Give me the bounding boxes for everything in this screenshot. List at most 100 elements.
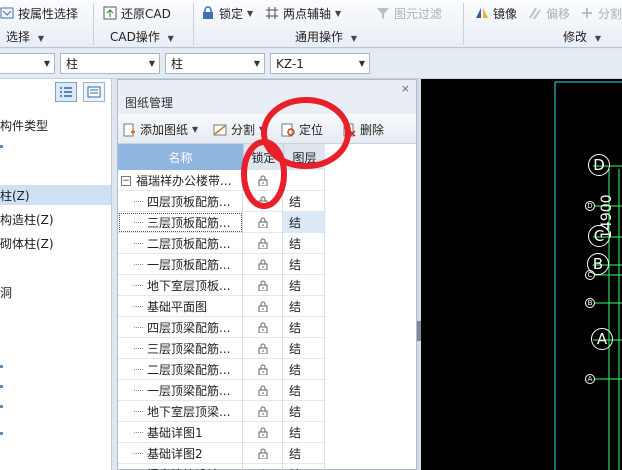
component-type-combo[interactable]: 柱 ▼ (165, 53, 265, 74)
table-row[interactable]: 二层顶梁配筋... 结 (118, 359, 326, 380)
layer-cell: 结 (283, 233, 325, 254)
padlock-icon[interactable] (258, 217, 268, 228)
table-row[interactable]: 一层顶板配筋... 结 (118, 254, 326, 275)
tree-item-opening[interactable]: 洞 (0, 282, 111, 302)
table-row[interactable]: 地下室层顶梁... 结 (118, 401, 326, 422)
category-combo[interactable]: 柱 ▼ (60, 53, 160, 74)
add-document-icon (122, 123, 136, 137)
table-row[interactable]: 门窗建筑设计... 结 (118, 464, 326, 470)
split-button[interactable]: 分割 (580, 4, 622, 22)
mirror-button[interactable]: 镜像 (475, 4, 517, 22)
ribbon: 按属性选择 还原CAD 锁定 ▼ 两点辅轴 ▼ 图元过滤 镜像 偏移 分割 选择… (0, 0, 622, 48)
chevron-down-icon: ▼ (148, 59, 155, 68)
padlock-icon[interactable] (258, 322, 268, 333)
layer-cell: 结 (283, 254, 325, 275)
axis-marker-small: C (585, 270, 595, 280)
drawing-name: 一层顶板配筋... (147, 258, 231, 272)
table-row[interactable]: 一层顶梁配筋... 结 (118, 380, 326, 401)
drawing-manager-panel: 图纸管理 × 添加图纸 ▼ 分割 ▼ 定位 删除 名称 锁定 图层 − 福瑞祥办… (117, 79, 417, 470)
table-row[interactable]: 三层顶板配筋... 结 (118, 212, 326, 233)
padlock-icon[interactable] (258, 280, 268, 291)
close-icon[interactable]: × (401, 82, 410, 95)
tree-connector (134, 243, 143, 244)
padlock-icon[interactable] (258, 385, 268, 396)
drawing-manager-titlebar: 图纸管理 × (118, 80, 416, 114)
padlock-icon[interactable] (258, 301, 268, 312)
column-header-name[interactable]: 名称 (118, 144, 243, 170)
table-row[interactable]: 地下室层顶板... 结 (118, 275, 326, 296)
tree-connector (134, 348, 143, 349)
layer-cell: 结 (283, 464, 325, 470)
tree-item-constructional-column[interactable]: 构造柱(Z) (0, 209, 111, 229)
filter-select-icon (0, 6, 14, 20)
group-cad-ops[interactable]: CAD操作 ▼ (110, 28, 174, 45)
table-row[interactable]: 三层顶梁配筋... 结 (118, 338, 326, 359)
table-row-root[interactable]: − 福瑞祥办公楼带... (118, 170, 326, 191)
padlock-icon[interactable] (258, 427, 268, 438)
padlock-icon[interactable] (258, 406, 268, 417)
offset-button[interactable]: 偏移 (528, 4, 570, 22)
axis-marker-small: B (585, 298, 595, 308)
table-row[interactable]: 二层顶板配筋... 结 (118, 233, 326, 254)
drawing-name: 基础详图2 (147, 447, 203, 461)
table-row[interactable]: 四层顶梁配筋... 结 (118, 317, 326, 338)
two-point-axis-button[interactable]: 两点辅轴 ▼ (265, 4, 341, 22)
padlock-icon[interactable] (258, 196, 268, 207)
restore-cad-button[interactable]: 还原CAD (103, 4, 171, 22)
delete-button[interactable]: 删除 (342, 121, 384, 138)
padlock-icon[interactable] (258, 238, 268, 249)
ribbon-divider (93, 3, 94, 45)
drawing-manager-toolbar: 添加图纸 ▼ 分割 ▼ 定位 删除 (118, 114, 416, 144)
column-header-lock[interactable]: 锁定 (243, 144, 283, 170)
group-modify[interactable]: 修改 ▼ (563, 28, 601, 45)
locate-button[interactable]: 定位 (281, 121, 323, 138)
table-row[interactable]: 基础平面图 结 (118, 296, 326, 317)
add-drawing-button[interactable]: 添加图纸 ▼ (122, 121, 198, 138)
floor-combo[interactable]: ▼ (0, 53, 55, 74)
component-tree-panel: 构件类型 柱(Z) 构造柱(Z) 砌体柱(Z) 洞 (0, 79, 112, 470)
tree-connector (134, 369, 143, 370)
tree-item-column[interactable]: 柱(Z) (0, 185, 111, 205)
group-select[interactable]: 选择 ▼ (6, 28, 44, 45)
tree-marker (0, 385, 3, 388)
layer-cell: 结 (283, 275, 325, 296)
split-drawing-button[interactable]: 分割 ▼ (213, 121, 265, 138)
table-row[interactable]: 四层顶板配筋... 结 (118, 191, 326, 212)
drawing-name: 地下室层顶板... (147, 279, 231, 293)
tree-marker (0, 432, 3, 435)
detail-view-button[interactable] (83, 82, 105, 102)
padlock-icon[interactable] (258, 364, 268, 375)
chevron-down-icon: ▼ (594, 34, 601, 43)
table-row[interactable]: 基础详图1 结 (118, 422, 326, 443)
lock-button[interactable]: 锁定 ▼ (201, 4, 253, 22)
collapse-icon[interactable]: − (121, 175, 131, 186)
drawing-name: 门窗建筑设计... (147, 466, 230, 470)
tree-item-masonry-column[interactable]: 砌体柱(Z) (0, 233, 111, 253)
detail-view-icon (87, 86, 101, 98)
tree-connector (134, 453, 143, 454)
padlock-icon[interactable] (258, 343, 268, 354)
component-name-combo[interactable]: KZ-1 ▼ (270, 53, 370, 74)
list-view-button[interactable] (55, 82, 77, 102)
chevron-down-icon: ▼ (37, 34, 44, 43)
cad-drawing-canvas[interactable]: D C B A D C B A 14900 (421, 79, 622, 470)
layer-filter-button[interactable]: 图元过滤 (376, 4, 442, 22)
split-drawing-icon (213, 123, 227, 137)
tree-marker (0, 365, 3, 368)
tree-connector (134, 306, 143, 307)
tree-connector (134, 222, 143, 223)
table-row[interactable]: 基础详图2 结 (118, 443, 326, 464)
tree-connector (134, 264, 143, 265)
padlock-icon[interactable] (258, 259, 268, 270)
column-header-layer[interactable]: 图层 (283, 144, 325, 170)
padlock-icon (201, 6, 215, 20)
padlock-icon[interactable] (258, 448, 268, 459)
select-by-attribute-button[interactable]: 按属性选择 (0, 4, 78, 22)
offset-icon (528, 6, 542, 20)
tree-item-component-type[interactable]: 构件类型 (0, 115, 111, 135)
drawing-name: 地下室层顶梁... (147, 405, 231, 419)
group-common-ops[interactable]: 通用操作 ▼ (295, 28, 357, 45)
chevron-down-icon: ▼ (43, 59, 50, 68)
padlock-icon[interactable] (258, 175, 268, 186)
layer-cell: 结 (283, 401, 325, 422)
